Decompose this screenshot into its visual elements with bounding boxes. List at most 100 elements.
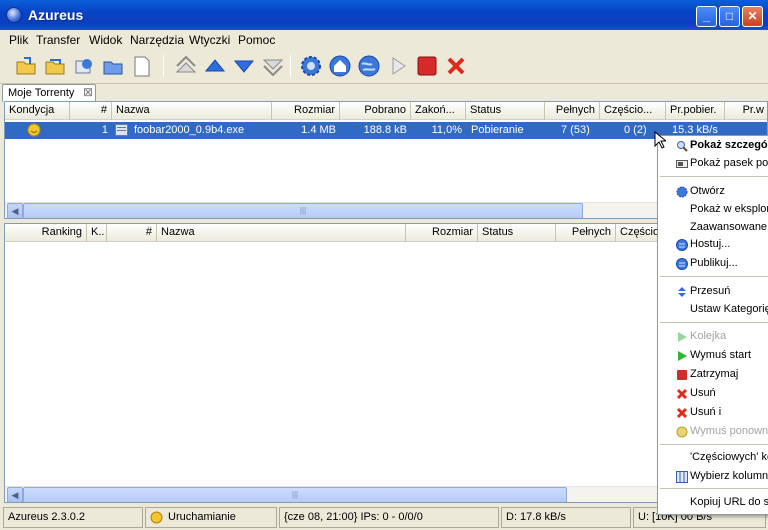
menu-transfer[interactable]: Transfer (36, 33, 80, 47)
row-size: 1.4 MB (301, 124, 336, 136)
tab-bar: Moje Torrenty ⊠ (0, 84, 768, 102)
menu-item-publish[interactable]: Publikuj... (658, 255, 768, 273)
row-status: Pobieranie (471, 124, 524, 136)
col-nazwa[interactable]: Nazwa (157, 224, 406, 242)
col-number[interactable]: # (70, 102, 112, 120)
menu-widok[interactable]: Widok (89, 33, 122, 47)
seeding-hscrollbar[interactable]: ◀ ||| (5, 486, 767, 502)
folder-icon[interactable] (101, 54, 125, 78)
row-number: 1 (101, 124, 108, 136)
play-icon (676, 350, 688, 362)
col-status[interactable]: Status (478, 224, 556, 242)
menu-item-open[interactable]: Otwórz (658, 183, 768, 201)
menu-separator (660, 276, 768, 277)
col-k[interactable]: K.. (87, 224, 107, 242)
play-icon (676, 331, 688, 343)
globe-icon[interactable] (357, 54, 381, 78)
magnifier-icon (676, 140, 688, 152)
menu-item-choose-columns[interactable]: Wybierz kolumny (658, 468, 768, 486)
menu-wtyczki[interactable]: Wtyczki (189, 33, 230, 47)
menu-separator (660, 322, 768, 323)
move-up-icon[interactable] (203, 54, 227, 78)
status-download: D: 17.8 kB/s (501, 507, 631, 528)
toolbar-separator (290, 55, 291, 77)
tab-my-torrents[interactable]: Moje Torrenty ⊠ (2, 84, 96, 102)
menu-item-partial[interactable]: 'Częściowych' ko (658, 449, 768, 467)
menu-item-copy-url[interactable]: Kopiuj URL do sc (658, 494, 768, 512)
new-document-icon[interactable] (130, 54, 154, 78)
menu-separator (660, 176, 768, 177)
menu-item-show-bar[interactable]: Pokaż pasek pob (658, 155, 768, 173)
menu-pomoc[interactable]: Pomoc (238, 33, 275, 47)
col-zakonczono[interactable]: Zakoń... (411, 102, 466, 120)
scroll-thumb[interactable]: ||| (23, 487, 567, 502)
menu-plik[interactable]: Plik (9, 33, 28, 47)
menu-item-show-details[interactable]: Pokaż szczegó (658, 137, 768, 155)
menu-item-force-recheck: Wymuś ponowne (658, 423, 768, 441)
seeding-header: Ranking K.. # Nazwa Rozmiar Status Pełny… (5, 224, 767, 242)
globe-icon (676, 258, 688, 270)
status-version: Azureus 2.3.0.2 (3, 507, 143, 528)
maximize-button[interactable]: □ (719, 6, 740, 27)
menu-item-remove[interactable]: Usuń (658, 385, 768, 403)
menu-item-remove-and[interactable]: Usuń i (658, 404, 768, 422)
move-down-icon[interactable] (232, 54, 256, 78)
globe-icon (676, 239, 688, 251)
tab-label: Moje Torrenty (8, 87, 75, 99)
open-torrent-icon[interactable] (14, 54, 38, 78)
remove-icon[interactable] (444, 54, 468, 78)
move-bottom-icon[interactable] (261, 54, 285, 78)
row-downloaded: 188.8 kB (363, 124, 407, 136)
col-ranking[interactable]: Ranking (5, 224, 87, 242)
scroll-left-button[interactable]: ◀ (7, 203, 23, 218)
start-icon[interactable] (386, 54, 410, 78)
menu-item-advanced[interactable]: Zaawansowane (658, 219, 768, 237)
menu-item-force-start[interactable]: Wymuś start (658, 347, 768, 365)
menu-item-show-in-explorer[interactable]: Pokaż w eksplora (658, 201, 768, 219)
status-ips: {cze 08, 21:00} IPs: 0 - 0/0/0 (279, 507, 499, 528)
col-pobrano[interactable]: Pobrano (340, 102, 411, 120)
row-done: 11,0% (431, 124, 462, 136)
menu-item-stop[interactable]: Zatrzymaj (658, 366, 768, 384)
col-rozmiar[interactable]: Rozmiar (406, 224, 478, 242)
context-menu: Pokaż szczegó Pokaż pasek pob Otwórz Pok… (657, 135, 768, 515)
menu-item-host[interactable]: Hostuj... (658, 236, 768, 254)
scroll-left-button[interactable]: ◀ (7, 487, 23, 502)
azureus-frog-icon (6, 7, 22, 23)
downloads-table: Kondycja # Nazwa Rozmiar Pobrano Zakoń..… (4, 101, 768, 219)
move-top-icon[interactable] (174, 54, 198, 78)
col-pelnych[interactable]: Pełnych (556, 224, 616, 242)
col-nazwa[interactable]: Nazwa (112, 102, 272, 120)
col-pr-wys[interactable]: Pr.w (725, 102, 767, 120)
menu-narzedzia[interactable]: Narzędzia (130, 33, 184, 47)
status-bar: Azureus 2.3.0.2 Uruchamianie {cze 08, 21… (0, 505, 768, 530)
close-button[interactable]: ✕ (742, 6, 763, 27)
open-url-icon[interactable] (72, 54, 96, 78)
col-kondycja[interactable]: Kondycja (5, 102, 70, 120)
menu-item-set-category[interactable]: Ustaw Kategorię (658, 301, 768, 319)
col-czesciowych[interactable]: Częścio... (600, 102, 666, 120)
scroll-thumb[interactable]: ||| (23, 203, 583, 218)
toolbar (0, 49, 768, 84)
home-icon[interactable] (328, 54, 352, 78)
col-rozmiar[interactable]: Rozmiar (272, 102, 340, 120)
col-status[interactable]: Status (466, 102, 545, 120)
col-pelnych[interactable]: Pełnych (545, 102, 600, 120)
menu-separator (660, 444, 768, 445)
stop-icon (676, 369, 688, 381)
health-smiley-icon (27, 123, 43, 138)
menu-bar: Plik Transfer Widok Narzędzia Wtyczki Po… (0, 30, 768, 49)
stop-icon[interactable] (415, 54, 439, 78)
col-pr-pobier[interactable]: Pr.pobier. (666, 102, 725, 120)
col-number[interactable]: # (107, 224, 157, 242)
gear-icon[interactable] (299, 54, 323, 78)
x-icon (676, 407, 688, 419)
open-folder-icon[interactable] (43, 54, 67, 78)
minimize-button[interactable]: _ (696, 6, 717, 27)
close-tab-icon[interactable]: ⊠ (83, 85, 93, 99)
toolbar-separator (163, 55, 164, 77)
gear-icon (676, 186, 688, 198)
downloads-hscrollbar[interactable]: ◀ ||| (5, 202, 767, 218)
recheck-icon (676, 426, 688, 438)
menu-item-move[interactable]: Przesuń (658, 283, 768, 301)
